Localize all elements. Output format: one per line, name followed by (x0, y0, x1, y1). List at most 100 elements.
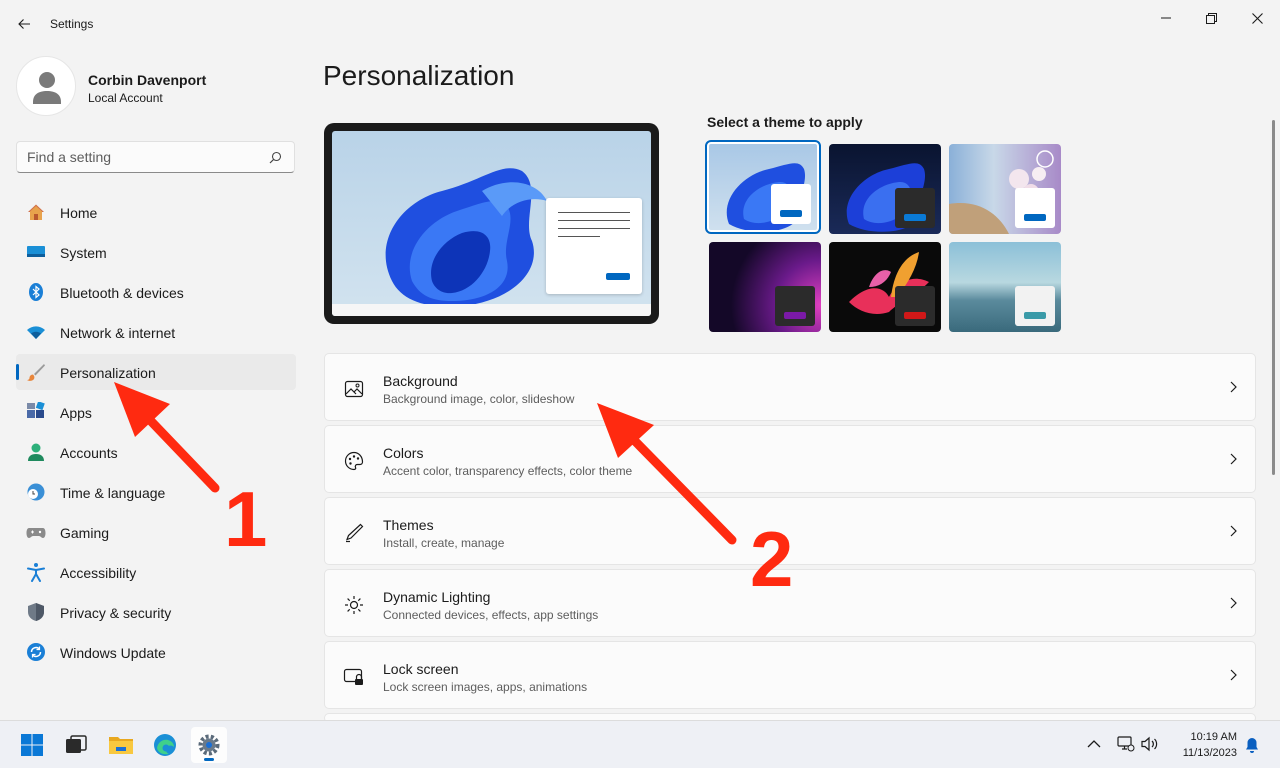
sidebar-item-label: Bluetooth & devices (60, 285, 184, 301)
setting-title: Lock screen (383, 661, 459, 677)
notification-bell-icon[interactable] (1245, 737, 1259, 753)
back-button[interactable] (12, 12, 36, 36)
sidebar-nav: Home System Bluetooth & devices Network … (16, 194, 296, 674)
task-view-icon (66, 735, 87, 753)
theme-glow[interactable] (709, 242, 821, 332)
gear-icon (198, 734, 220, 756)
sidebar-item-network[interactable]: Network & internet (16, 314, 296, 350)
sidebar-item-label: Accounts (60, 445, 118, 461)
close-button[interactable] (1234, 6, 1280, 30)
accounts-icon (28, 443, 44, 461)
edge-browser-button[interactable] (147, 727, 183, 763)
volume-icon[interactable] (1141, 736, 1159, 752)
sidebar-item-home[interactable]: Home (16, 194, 296, 230)
close-icon (1251, 12, 1263, 24)
user-name: Corbin Davenport (88, 72, 207, 88)
setting-title: Background (383, 373, 458, 389)
palette-icon (344, 451, 364, 471)
minimize-button[interactable] (1143, 6, 1189, 30)
setting-lock-screen[interactable]: Lock screen Lock screen images, apps, an… (324, 641, 1256, 709)
restore-button[interactable] (1188, 6, 1234, 30)
setting-colors[interactable]: Colors Accent color, transparency effect… (324, 425, 1256, 493)
chevron-right-icon (1230, 525, 1237, 537)
sidebar-item-apps[interactable]: Apps (16, 394, 296, 430)
gamepad-icon (26, 528, 46, 538)
setting-subtitle: Background image, color, slideshow (383, 392, 575, 406)
task-view-button[interactable] (58, 727, 94, 763)
sidebar-item-personalization[interactable]: Personalization (16, 354, 296, 390)
theme-windows-dark[interactable] (829, 144, 941, 234)
bluetooth-icon (29, 283, 43, 301)
image-icon (344, 380, 364, 398)
sidebar-item-gaming[interactable]: Gaming (16, 514, 296, 550)
preview-taskbar (332, 304, 651, 316)
chevron-up-icon[interactable] (1087, 739, 1101, 749)
wifi-icon (27, 326, 45, 339)
sidebar-item-label: Time & language (60, 485, 166, 501)
sidebar-item-system[interactable]: System (16, 234, 296, 270)
system-clock[interactable]: 10:19 AM 11/13/2023 (1183, 729, 1237, 761)
sidebar-item-accessibility[interactable]: Accessibility (16, 554, 296, 590)
apps-icon (27, 402, 45, 418)
settings-app-button[interactable] (191, 727, 227, 763)
chevron-right-icon (1230, 597, 1237, 609)
system-icon (27, 246, 45, 257)
setting-subtitle: Connected devices, effects, app settings (383, 608, 599, 622)
preview-window (546, 198, 642, 294)
theme-captured-motion[interactable] (829, 242, 941, 332)
clock-globe-icon (27, 483, 45, 501)
clock-time: 10:19 AM (1190, 731, 1237, 743)
theme-preview (324, 123, 659, 324)
theme-spotlight[interactable] (949, 144, 1061, 234)
theme-windows-light[interactable] (705, 140, 821, 234)
avatar (16, 56, 76, 116)
home-icon (28, 204, 44, 220)
setting-background[interactable]: Background Background image, color, slid… (324, 353, 1256, 421)
sidebar-item-label: Gaming (60, 525, 110, 541)
user-profile[interactable]: Corbin Davenport Local Account (16, 56, 296, 116)
restore-icon (1205, 12, 1217, 24)
setting-dynamic-lighting[interactable]: Dynamic Lighting Connected devices, effe… (324, 569, 1256, 637)
page-title: Personalization (323, 60, 515, 91)
settings-list: Background Background image, color, slid… (324, 353, 1256, 727)
account-type: Local Account (88, 91, 163, 105)
back-arrow-icon (18, 19, 30, 29)
pen-icon (345, 523, 364, 543)
preview-desktop (332, 131, 651, 316)
setting-subtitle: Install, create, manage (383, 536, 505, 550)
theme-select-label: Select a theme to apply (707, 114, 863, 130)
sidebar-item-label: Windows Update (60, 645, 166, 661)
sidebar-item-label: Personalization (60, 365, 156, 381)
file-explorer-button[interactable] (103, 727, 139, 763)
active-app-indicator (204, 758, 214, 761)
lock-screen-icon (343, 668, 363, 685)
chevron-right-icon (1230, 669, 1237, 681)
windows-logo-icon (21, 734, 43, 756)
scrollbar[interactable] (1272, 120, 1275, 475)
taskbar: 10:19 AM 11/13/2023 (0, 720, 1280, 768)
setting-themes[interactable]: Themes Install, create, manage (324, 497, 1256, 565)
setting-title: Colors (383, 445, 424, 461)
chevron-right-icon (1230, 453, 1237, 465)
title-bar: Settings (0, 0, 1280, 48)
clock-date: 11/13/2023 (1182, 747, 1237, 759)
search-input[interactable] (27, 149, 257, 165)
start-button[interactable] (14, 727, 50, 763)
minimize-icon (1161, 17, 1171, 19)
sidebar-item-windows-update[interactable]: Windows Update (16, 634, 296, 670)
search-icon (269, 151, 282, 164)
setting-title: Dynamic Lighting (383, 589, 491, 605)
folder-icon (109, 737, 133, 754)
sidebar-item-time[interactable]: Time & language (16, 474, 296, 510)
sidebar-item-label: Privacy & security (60, 605, 172, 621)
setting-title: Themes (383, 517, 434, 533)
sidebar-item-bluetooth[interactable]: Bluetooth & devices (16, 274, 296, 310)
theme-flow[interactable] (949, 242, 1061, 332)
network-icon[interactable] (1117, 736, 1135, 752)
search-box[interactable] (16, 141, 295, 173)
sidebar-item-privacy[interactable]: Privacy & security (16, 594, 296, 630)
sidebar-item-accounts[interactable]: Accounts (16, 434, 296, 470)
lighting-icon (345, 596, 363, 614)
edge-icon (154, 734, 176, 756)
shield-icon (28, 603, 44, 621)
